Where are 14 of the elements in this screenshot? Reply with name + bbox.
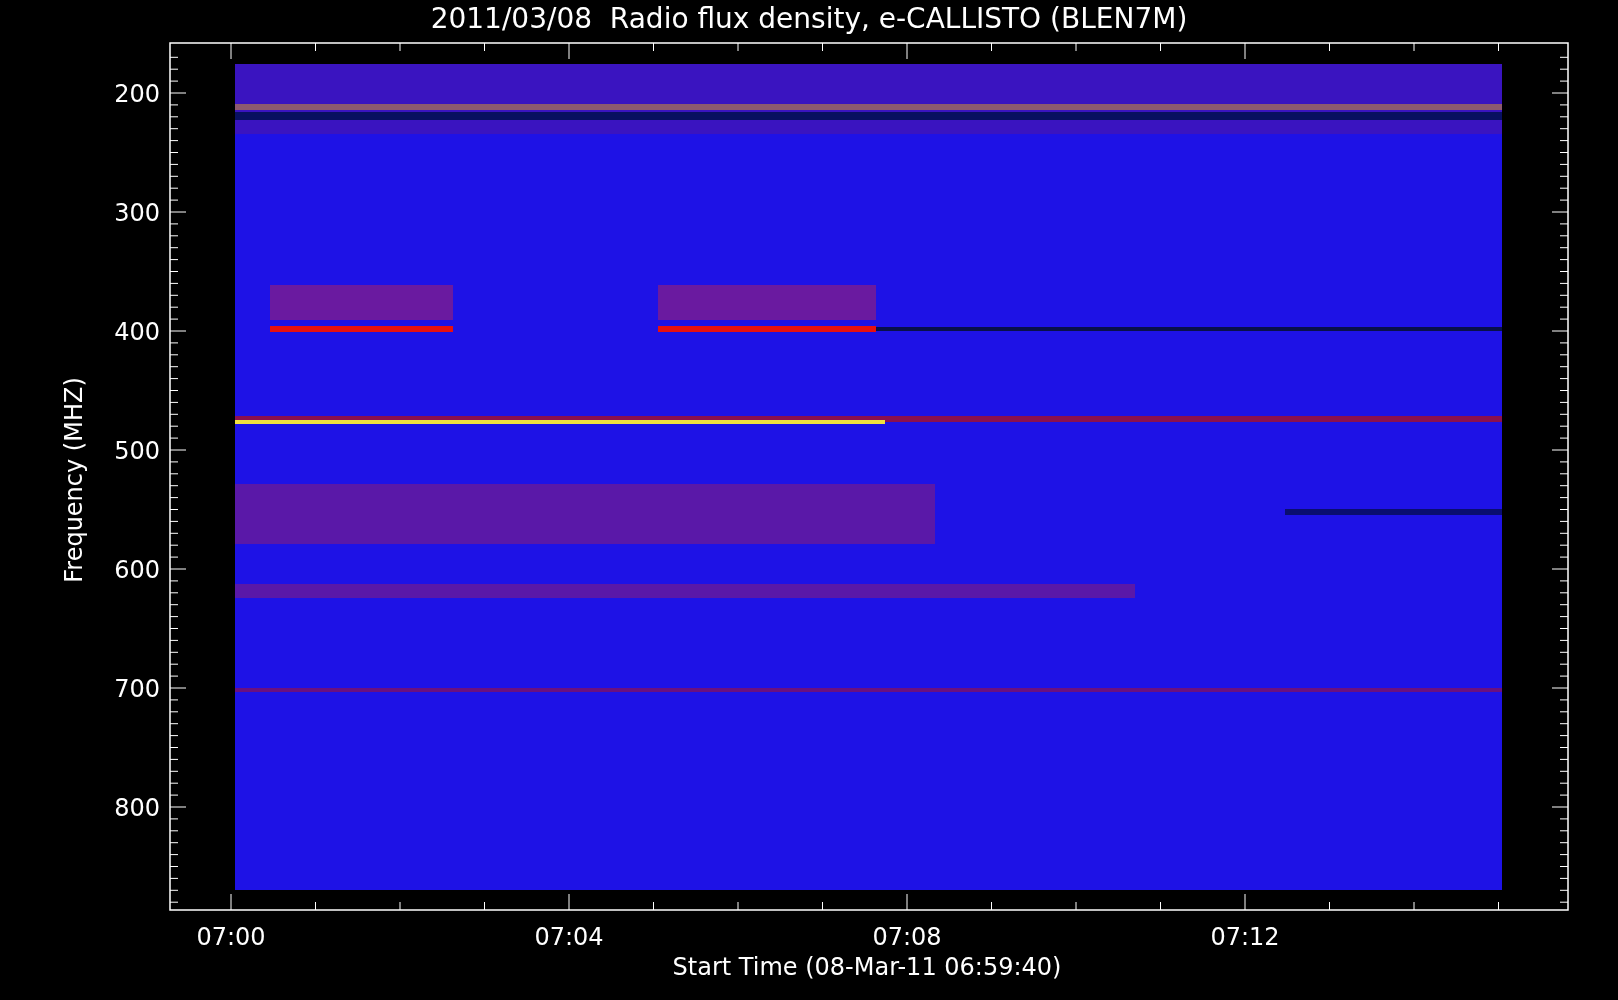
y-tick-label: 700 [114,675,160,703]
y-tick-label: 500 [114,437,160,465]
plot-title: 2011/03/08 Radio flux density, e-CALLISTO (BLEN7M) [430,2,1188,35]
y-tick-label: 800 [114,794,160,822]
x-tick-label: 07:00 [196,923,266,951]
y-tick-label: 200 [114,80,160,108]
y-axis-label: Frequency (MHZ) [60,377,88,583]
y-tick-label: 600 [114,556,160,584]
x-axis-label: Start Time (08-Mar-11 06:59:40) [672,953,1062,981]
x-tick-label: 07:08 [872,923,942,951]
x-tick-label: 07:12 [1210,923,1280,951]
x-tick-label: 07:04 [534,923,604,951]
y-tick-label: 400 [114,318,160,346]
y-tick-label: 300 [114,199,160,227]
